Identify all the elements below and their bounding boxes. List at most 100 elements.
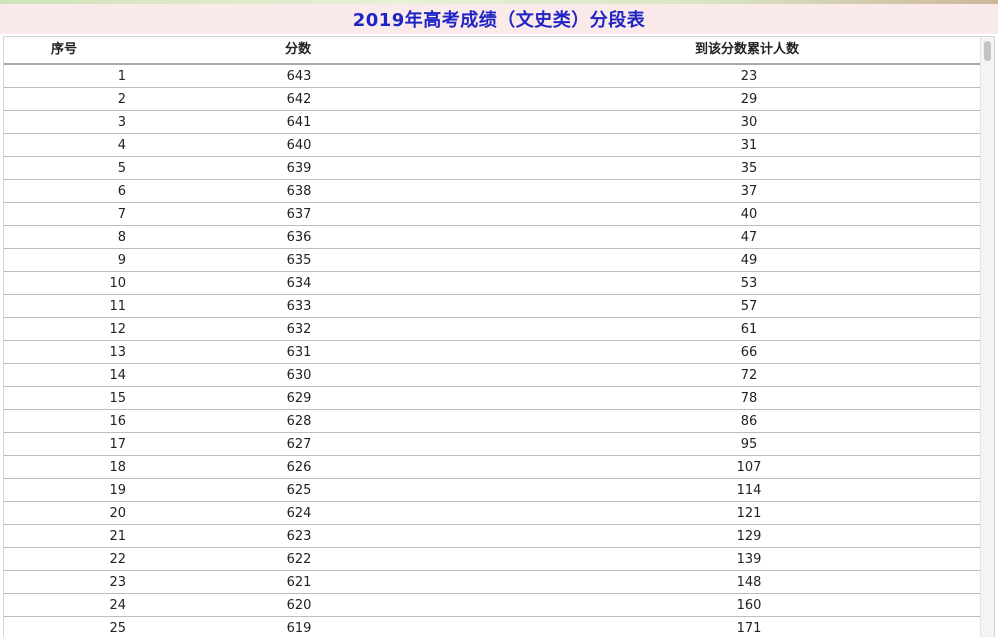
cell-cumulative-count: 23 <box>740 68 758 84</box>
score-table: 序号 分数 到该分数累计人数 1 643 23 2 642 29 3 641 30 4 640 31 5… <box>3 36 995 637</box>
header-score: 分数 <box>284 42 311 57</box>
cell-index: 13 <box>109 344 126 360</box>
cell-score: 635 <box>286 252 312 268</box>
cell-cumulative-count: 72 <box>740 367 758 383</box>
vertical-scrollbar[interactable] <box>980 37 994 637</box>
cell-score: 624 <box>286 505 312 521</box>
cell-cumulative-count: 139 <box>736 551 762 567</box>
cell-score: 628 <box>286 413 312 429</box>
cell-index: 3 <box>117 114 126 130</box>
cell-index: 25 <box>109 620 126 636</box>
cell-score: 621 <box>286 574 312 590</box>
cell-index: 10 <box>109 275 126 291</box>
cell-index: 19 <box>109 482 126 498</box>
cell-index: 4 <box>117 137 126 153</box>
cell-index: 9 <box>117 252 126 268</box>
header-cumulative-count: 到该分数累计人数 <box>694 42 799 57</box>
cell-cumulative-count: 30 <box>740 114 758 130</box>
cell-cumulative-count: 129 <box>736 528 762 544</box>
cell-index: 17 <box>109 436 126 452</box>
cell-cumulative-count: 61 <box>740 321 758 337</box>
table-row: 21 623 129 <box>4 525 982 548</box>
cell-index: 14 <box>109 367 126 383</box>
cell-cumulative-count: 66 <box>740 344 758 360</box>
table-row: 20 624 121 <box>4 502 982 525</box>
cell-score: 640 <box>286 137 312 153</box>
cell-index: 21 <box>109 528 126 544</box>
cell-score: 639 <box>286 160 312 176</box>
cell-score: 629 <box>286 390 312 406</box>
cell-score: 632 <box>286 321 312 337</box>
table-row: 15 629 78 <box>4 387 982 410</box>
table-row: 19 625 114 <box>4 479 982 502</box>
table-row: 17 627 95 <box>4 433 982 456</box>
cell-index: 18 <box>109 459 126 475</box>
cell-cumulative-count: 95 <box>740 436 758 452</box>
cell-index: 7 <box>117 206 126 222</box>
cell-score: 642 <box>286 91 312 107</box>
cell-score: 631 <box>286 344 312 360</box>
table-row: 3 641 30 <box>4 111 982 134</box>
table-row: 25 619 171 <box>4 617 982 637</box>
cell-score: 626 <box>286 459 312 475</box>
cell-score: 633 <box>286 298 312 314</box>
table-row: 12 632 61 <box>4 318 982 341</box>
table-row: 13 631 66 <box>4 341 982 364</box>
table-row: 14 630 72 <box>4 364 982 387</box>
cell-cumulative-count: 49 <box>740 252 758 268</box>
table-row: 11 633 57 <box>4 295 982 318</box>
cell-index: 12 <box>109 321 126 337</box>
cell-cumulative-count: 35 <box>740 160 758 176</box>
cell-cumulative-count: 53 <box>740 275 758 291</box>
cell-index: 6 <box>117 183 126 199</box>
cell-cumulative-count: 31 <box>740 137 758 153</box>
cell-index: 1 <box>117 68 126 84</box>
table-row: 16 628 86 <box>4 410 982 433</box>
cell-score: 630 <box>286 367 312 383</box>
table-row: 18 626 107 <box>4 456 982 479</box>
cell-index: 16 <box>109 413 126 429</box>
table-header-row: 序号 分数 到该分数累计人数 <box>4 37 982 65</box>
table-row: 9 635 49 <box>4 249 982 272</box>
cell-score: 620 <box>286 597 312 613</box>
cell-score: 636 <box>286 229 312 245</box>
table-row: 7 637 40 <box>4 203 982 226</box>
table-row: 10 634 53 <box>4 272 982 295</box>
table-row: 23 621 148 <box>4 571 982 594</box>
table-row: 24 620 160 <box>4 594 982 617</box>
cell-cumulative-count: 86 <box>740 413 758 429</box>
cell-index: 24 <box>109 597 126 613</box>
cell-score: 627 <box>286 436 312 452</box>
cell-cumulative-count: 160 <box>736 597 762 613</box>
cell-index: 22 <box>109 551 126 567</box>
cell-cumulative-count: 47 <box>740 229 758 245</box>
table-row: 22 622 139 <box>4 548 982 571</box>
cell-cumulative-count: 29 <box>740 91 758 107</box>
header-index: 序号 <box>50 42 77 57</box>
cell-score: 634 <box>286 275 312 291</box>
cell-score: 638 <box>286 183 312 199</box>
table-row: 6 638 37 <box>4 180 982 203</box>
table-row: 4 640 31 <box>4 134 982 157</box>
cell-score: 619 <box>286 620 312 636</box>
cell-cumulative-count: 114 <box>736 482 762 498</box>
cell-cumulative-count: 78 <box>740 390 758 406</box>
cell-cumulative-count: 57 <box>740 298 758 314</box>
cell-score: 641 <box>286 114 312 130</box>
table-row: 5 639 35 <box>4 157 982 180</box>
cell-score: 625 <box>286 482 312 498</box>
cell-cumulative-count: 148 <box>736 574 762 590</box>
scrollbar-thumb[interactable] <box>984 41 991 61</box>
cell-score: 637 <box>286 206 312 222</box>
cell-index: 20 <box>109 505 126 521</box>
cell-index: 2 <box>117 91 126 107</box>
title-bar: 2019年高考成绩（文史类）分段表 <box>0 4 998 34</box>
cell-index: 5 <box>117 160 126 176</box>
cell-index: 8 <box>117 229 126 245</box>
cell-score: 623 <box>286 528 312 544</box>
cell-cumulative-count: 107 <box>736 459 762 475</box>
table-body: 1 643 23 2 642 29 3 641 30 4 640 31 5 639 35 6 638 37 7 637… <box>4 65 982 637</box>
cell-cumulative-count: 171 <box>736 620 762 636</box>
cell-index: 11 <box>109 298 126 314</box>
cell-score: 643 <box>286 68 312 84</box>
